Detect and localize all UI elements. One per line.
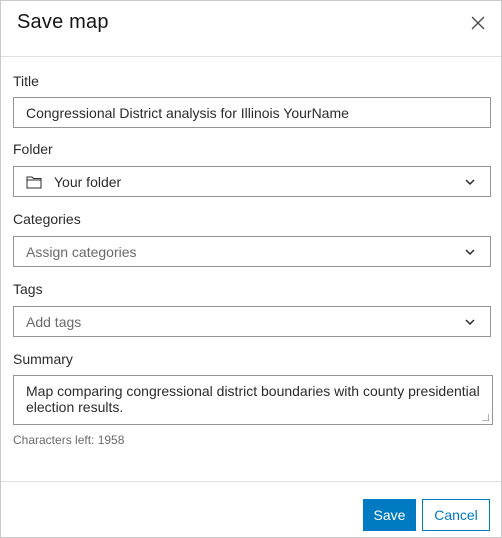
dialog-footer: Save Cancel [1,481,501,538]
folder-select-value: Your folder [54,174,122,190]
close-button[interactable] [465,10,491,36]
categories-label: Categories [13,211,81,227]
title-input[interactable]: Congressional District analysis for Illi… [13,97,491,128]
title-input-value: Congressional District analysis for Illi… [26,105,349,121]
categories-placeholder: Assign categories [26,244,137,260]
save-button[interactable]: Save [363,499,416,531]
close-icon [471,16,485,30]
cancel-button[interactable]: Cancel [422,499,490,531]
categories-select[interactable]: Assign categories [13,236,491,267]
chevron-down-icon [465,319,475,326]
chevron-down-icon [465,249,475,256]
resize-handle-icon[interactable] [482,414,489,421]
save-map-dialog: Save map Title Congressional District an… [0,0,502,538]
tags-label: Tags [13,281,43,297]
summary-label: Summary [13,351,73,367]
tags-select[interactable]: Add tags [13,306,491,337]
chevron-down-icon [465,179,475,186]
summary-textarea[interactable]: Map comparing congressional district bou… [13,375,493,425]
tags-placeholder: Add tags [26,314,82,330]
title-label: Title [13,73,39,89]
characters-left: Characters left: 1958 [13,433,125,447]
folder-select[interactable]: Your folder [13,166,491,197]
folder-icon [26,176,42,189]
folder-label: Folder [13,141,53,157]
summary-text: Map comparing congressional district bou… [26,383,480,415]
dialog-title: Save map [17,11,109,33]
dialog-header: Save map [1,1,501,57]
